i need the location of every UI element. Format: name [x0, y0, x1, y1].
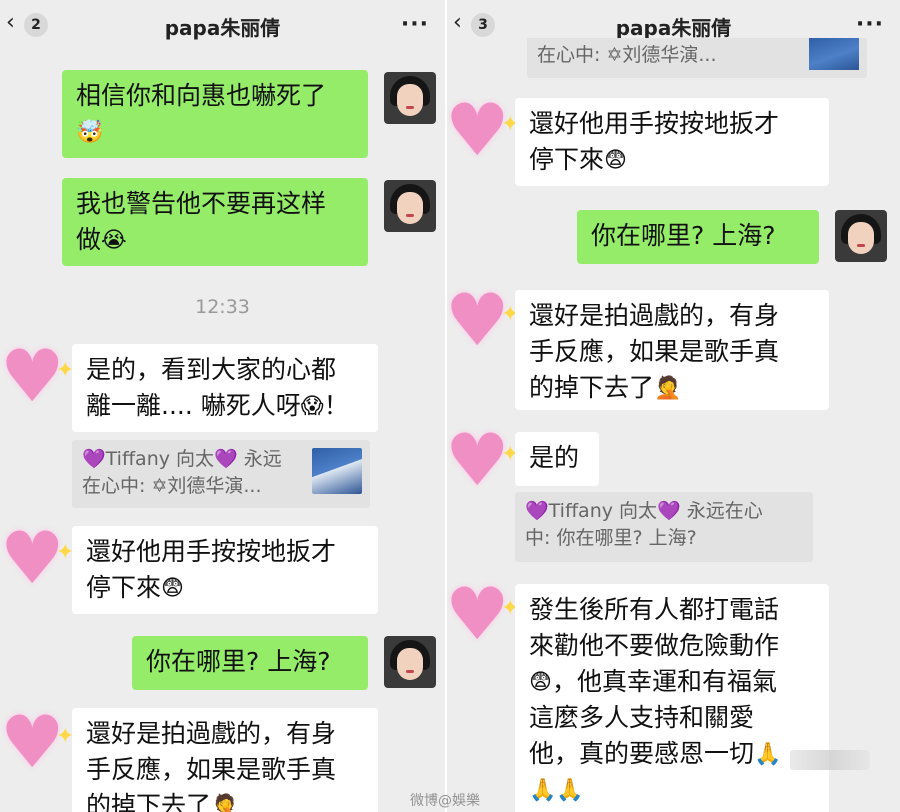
message-text: 你在哪里? 上海?	[146, 647, 331, 676]
avatar[interactable]	[835, 210, 887, 262]
message-text: 手反應，如果是歌手真	[86, 755, 337, 784]
message-text: 我也警告他不要再这样	[76, 189, 327, 218]
message-text: 還好是拍過戲的，有身	[529, 301, 780, 330]
avatar[interactable]: ♥ ✦	[447, 90, 523, 168]
crying-face-emoji-icon: 😭	[101, 228, 127, 253]
message-bubble-received[interactable]: 還好是拍過戲的，有身 手反應，如果是歌手真 的掉下去了🤦	[72, 708, 378, 812]
avatar[interactable]: ♥ ✦	[447, 280, 523, 358]
praying-hands-emoji-icon: 🙏🙏	[529, 778, 584, 803]
message-text: 停下來	[529, 145, 605, 174]
message-text: 還好他用手按按地扳才	[529, 109, 780, 138]
message-bubble-received[interactable]: 還好他用手按按地扳才 停下來😨	[515, 98, 829, 186]
message-text: 的掉下去了	[529, 373, 655, 402]
message-text: 發生後所有人都打電話	[529, 595, 780, 624]
quoted-message[interactable]: 💜Tiffany 向太💜 永远 在心中: ✡刘德华演...	[72, 440, 370, 508]
quote-thumbnail-image	[809, 38, 859, 70]
avatar-lips	[406, 214, 414, 217]
screaming-face-emoji-icon: 😱	[300, 394, 324, 419]
avatar[interactable]: ♥ ✦	[447, 420, 523, 498]
message-bubble-received[interactable]: 是的	[515, 432, 599, 486]
avatar[interactable]	[384, 636, 436, 688]
fearful-face-emoji-icon: 😨	[529, 670, 552, 695]
message-text: 做	[76, 225, 102, 254]
message-bubble-sent[interactable]: 相信你和向惠也嚇死了 🤯	[62, 70, 368, 158]
exploding-head-emoji-icon: 🤯	[76, 120, 104, 145]
facepalm-emoji-icon: 🤦	[211, 794, 239, 812]
avatar[interactable]: ♥ ✦	[0, 702, 78, 780]
quoted-message[interactable]: 在心中: ✡刘德华演...	[527, 38, 867, 78]
message-timestamp: 12:33	[195, 296, 250, 318]
heart-icon: ♥	[0, 334, 65, 418]
chat-title: papa朱丽倩	[615, 16, 732, 40]
fearful-face-emoji-icon: 😨	[161, 576, 184, 601]
heart-icon: ♥	[0, 700, 65, 784]
chat-panel-right: ‹ 3 papa朱丽倩 ··· 在心中: ✡刘德华演... ♥ ✦ 還好他用手按按…	[447, 0, 900, 812]
message-bubble-received[interactable]: 還好是拍過戲的，有身 手反應，如果是歌手真 的掉下去了🤦	[515, 290, 829, 410]
quote-thumbnail-image	[312, 448, 362, 494]
message-text-tail: ！	[323, 391, 349, 420]
avatar-lips	[406, 106, 414, 109]
chat-header: ‹ 2 papa朱丽倩 ···	[0, 0, 445, 48]
avatar[interactable]: ♥ ✦	[0, 336, 78, 414]
avatar[interactable]	[384, 180, 436, 232]
avatar[interactable]: ♥ ✦	[447, 574, 523, 652]
message-text: 還好他用手按按地扳才	[86, 537, 337, 566]
heart-icon: ♥	[0, 516, 65, 600]
avatar[interactable]: ♥ ✦	[0, 518, 78, 596]
message-bubble-received[interactable]: 是的，看到大家的心都 離一離.... 嚇死人呀😱！	[72, 344, 378, 432]
message-text: 是的	[529, 443, 580, 472]
message-text: 相信你和向惠也嚇死了	[76, 81, 327, 110]
more-options-icon[interactable]: ···	[856, 12, 884, 37]
praying-hands-emoji-icon: 🙏	[754, 742, 782, 767]
message-text: 來勸他不要做危險動作	[529, 631, 780, 660]
chat-panel-left: ‹ 2 papa朱丽倩 ··· 相信你和向惠也嚇死了 🤯 我也警告他不要再这样 …	[0, 0, 445, 812]
message-text: ，他真幸運和有福氣	[551, 667, 777, 696]
message-bubble-received[interactable]: 發生後所有人都打電話 來勸他不要做危險動作 😨，他真幸運和有福氣 這麼多人支持和…	[515, 584, 829, 812]
blurred-overlay	[790, 750, 870, 770]
message-bubble-sent[interactable]: 我也警告他不要再这样 做😭	[62, 178, 368, 266]
message-text: 他，真的要感恩一切	[529, 739, 755, 768]
message-text: 你在哪里? 上海?	[591, 221, 776, 250]
quote-text: 💜Tiffany 向太💜 永远在心	[525, 500, 763, 522]
avatar-face	[397, 84, 423, 116]
message-text: 是的，看到大家的心都	[86, 355, 337, 384]
chat-title: papa朱丽倩	[164, 16, 281, 40]
more-options-icon[interactable]: ···	[401, 12, 429, 37]
message-text: 停下來	[86, 573, 162, 602]
message-text: 這麼多人支持和關愛	[529, 703, 755, 732]
message-bubble-sent[interactable]: 你在哪里? 上海?	[577, 210, 819, 264]
avatar-lips	[857, 244, 865, 247]
message-text: 離一離.... 嚇死人呀	[86, 391, 301, 420]
message-text: 的掉下去了	[86, 791, 212, 812]
message-text: 手反應，如果是歌手真	[529, 337, 780, 366]
avatar-lips	[406, 670, 414, 673]
fearful-face-emoji-icon: 😨	[604, 148, 627, 173]
quoted-message[interactable]: 💜Tiffany 向太💜 永远在心 中: 你在哪里? 上海?	[515, 492, 813, 562]
avatar-face	[397, 648, 423, 680]
message-text: 還好是拍過戲的，有身	[86, 719, 337, 748]
avatar[interactable]	[384, 72, 436, 124]
quote-text: 中: 你在哪里? 上海?	[525, 527, 697, 549]
message-bubble-sent[interactable]: 你在哪里? 上海?	[132, 636, 368, 690]
avatar-face	[848, 222, 874, 254]
avatar-face	[397, 192, 423, 224]
message-bubble-received[interactable]: 還好他用手按按地扳才 停下來😨	[72, 526, 378, 614]
facepalm-emoji-icon: 🤦	[654, 376, 682, 401]
watermark-text: 微博@娛樂	[410, 793, 480, 809]
